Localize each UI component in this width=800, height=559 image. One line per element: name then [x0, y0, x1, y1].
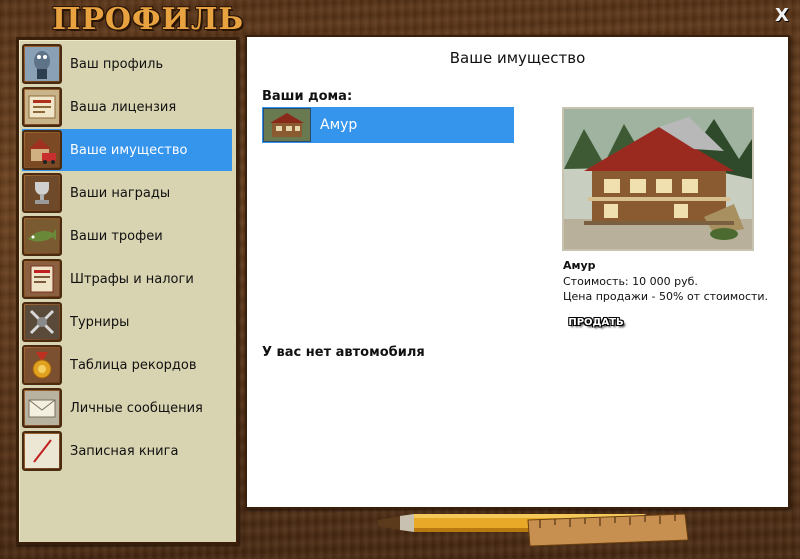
sidebar-item-label: Ваш профиль	[70, 56, 164, 72]
sidebar: Ваш профиль Ваша лицензия Ваше имущество…	[16, 37, 239, 545]
sidebar-item-notebook[interactable]: Записная книга	[22, 430, 232, 472]
close-button[interactable]: X	[772, 6, 792, 26]
sidebar-item-label: Ваша лицензия	[70, 99, 177, 115]
sidebar-item-label: Ваши награды	[70, 185, 171, 201]
sidebar-item-license[interactable]: Ваша лицензия	[22, 86, 232, 128]
ruler-decoration-icon	[527, 513, 689, 547]
sidebar-item-property[interactable]: Ваше имущество	[22, 129, 232, 171]
house-thumbnail-icon	[263, 108, 311, 142]
sell-button[interactable]: ПРОДАТЬ	[565, 315, 627, 331]
house-cost: Стоимость: 10 000 руб.	[563, 275, 698, 288]
sidebar-item-label: Таблица рекордов	[70, 357, 197, 373]
medal-icon	[22, 345, 62, 385]
sidebar-item-label: Ваше имущество	[70, 142, 188, 158]
pike-fish-icon	[22, 216, 62, 256]
sidebar-item-profile[interactable]: Ваш профиль	[22, 43, 232, 85]
houses-heading: Ваши дома:	[262, 89, 353, 104]
sidebar-item-messages[interactable]: Личные сообщения	[22, 387, 232, 429]
sidebar-item-records[interactable]: Таблица рекордов	[22, 344, 232, 386]
window-title: ПРОФИЛЬ	[52, 2, 245, 37]
house-car-icon	[22, 130, 62, 170]
sidebar-item-tournaments[interactable]: Турниры	[22, 301, 232, 343]
no-car-message: У вас нет автомобиля	[262, 345, 425, 360]
property-panel: Ваше имущество Ваши дома: Амур Амур Стои…	[245, 35, 790, 509]
house-preview-image	[562, 107, 754, 251]
notebook-icon	[22, 431, 62, 471]
page-title: Ваше имущество	[449, 49, 586, 67]
fine-notice-icon	[22, 259, 62, 299]
envelope-icon	[22, 388, 62, 428]
fish-avatar-icon	[22, 44, 62, 84]
sidebar-item-label: Ваши трофеи	[70, 228, 163, 244]
sidebar-item-label: Записная книга	[70, 443, 179, 459]
house-list-item[interactable]: Амур	[262, 107, 514, 143]
sidebar-item-trophies[interactable]: Ваши трофеи	[22, 215, 232, 257]
license-icon	[22, 87, 62, 127]
sidebar-item-label: Личные сообщения	[70, 400, 203, 416]
sidebar-item-fines[interactable]: Штрафы и налоги	[22, 258, 232, 300]
crossed-swords-icon	[22, 302, 62, 342]
house-name: Амур	[320, 117, 358, 133]
sidebar-item-label: Штрафы и налоги	[70, 271, 194, 287]
trophy-icon	[22, 173, 62, 213]
house-detail-name: Амур	[563, 259, 596, 272]
house-sale-price: Цена продажи - 50% от стоимости.	[563, 290, 769, 303]
sidebar-item-awards[interactable]: Ваши награды	[22, 172, 232, 214]
sidebar-item-label: Турниры	[70, 314, 130, 330]
